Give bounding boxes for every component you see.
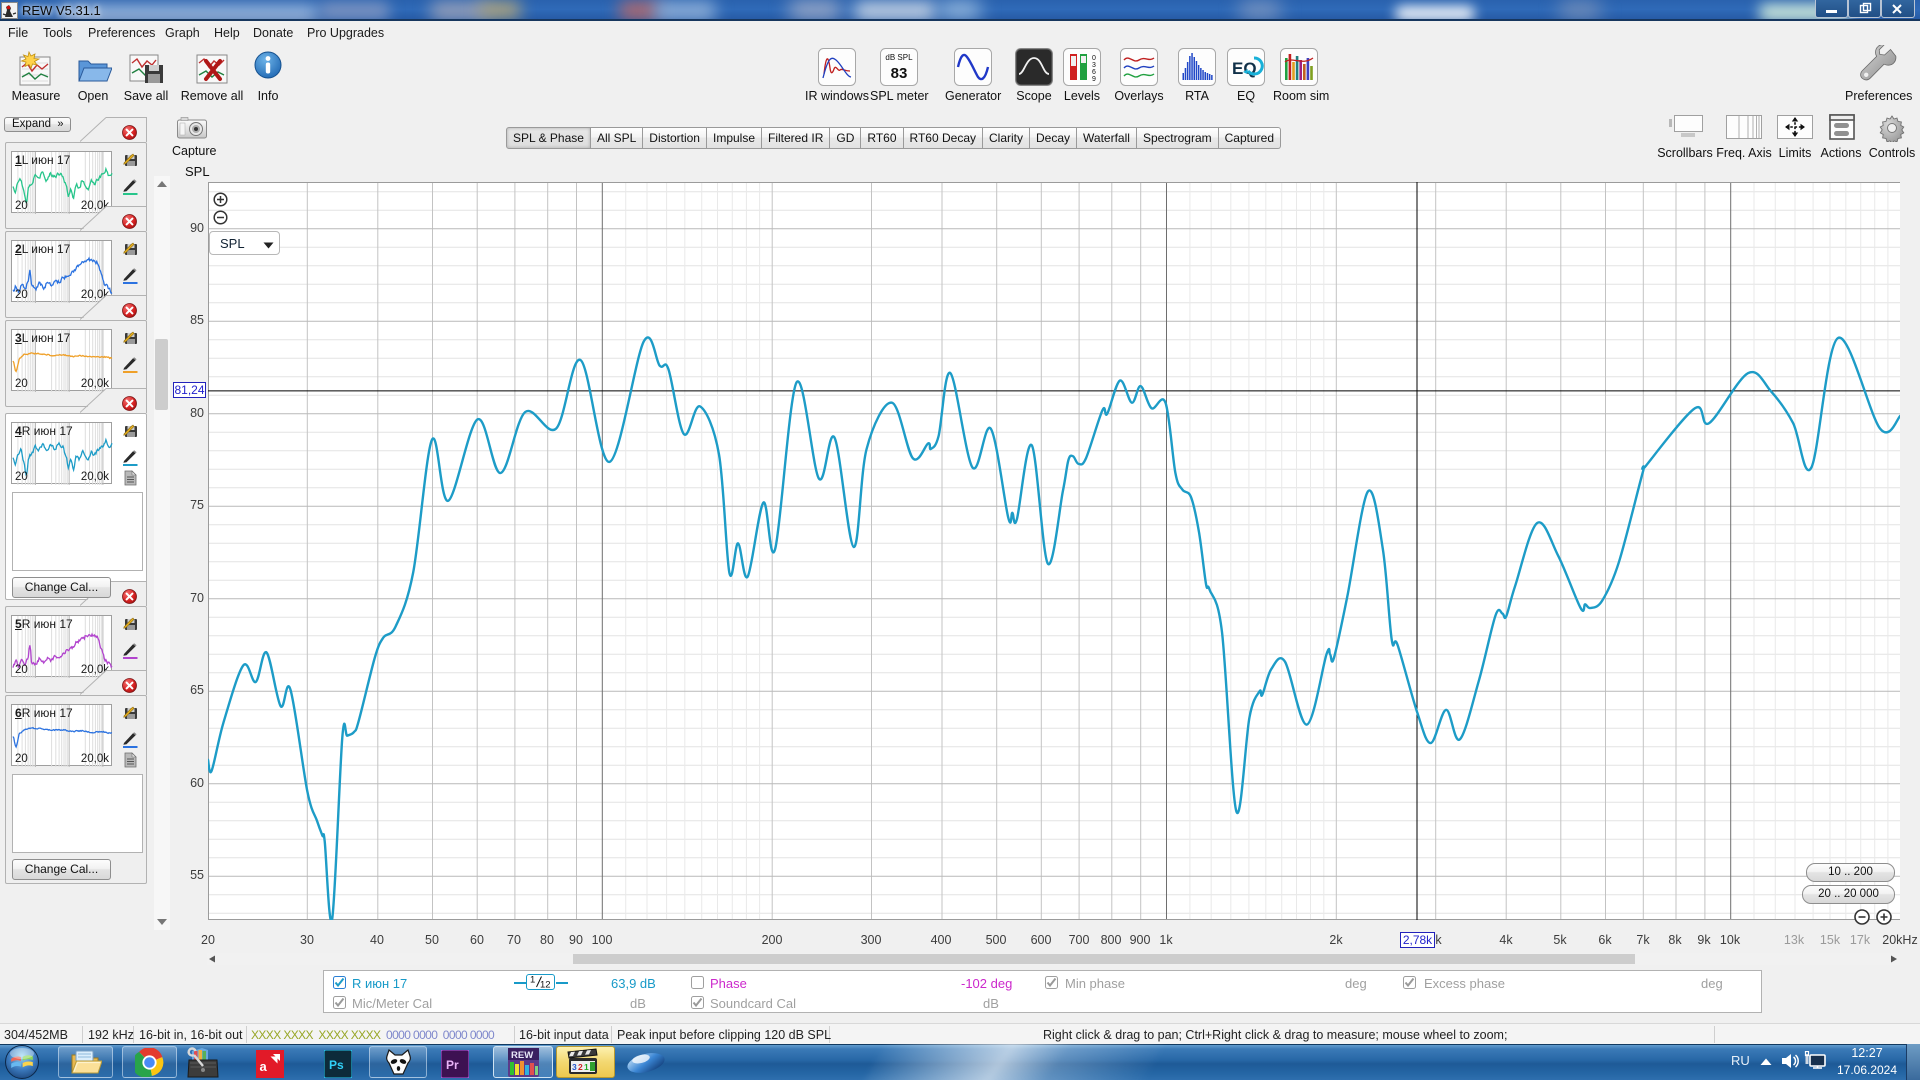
svg-text:dB SPL: dB SPL	[885, 53, 913, 62]
svg-text:2: 2	[578, 1062, 583, 1072]
svg-text:6: 6	[1092, 69, 1096, 76]
svg-text:a: a	[260, 1059, 268, 1074]
svg-text:9: 9	[1092, 76, 1096, 83]
svg-text:0: 0	[1092, 55, 1096, 62]
svg-text:83: 83	[891, 65, 908, 82]
svg-text:Pr: Pr	[446, 1058, 459, 1072]
svg-text:Ps: Ps	[329, 1058, 344, 1072]
svg-text:1: 1	[530, 975, 535, 986]
svg-text:3: 3	[1092, 62, 1096, 69]
svg-text:REW: REW	[511, 1050, 533, 1061]
svg-text:1: 1	[584, 1062, 589, 1072]
svg-text:3: 3	[572, 1062, 577, 1072]
svg-text:12: 12	[540, 980, 551, 991]
